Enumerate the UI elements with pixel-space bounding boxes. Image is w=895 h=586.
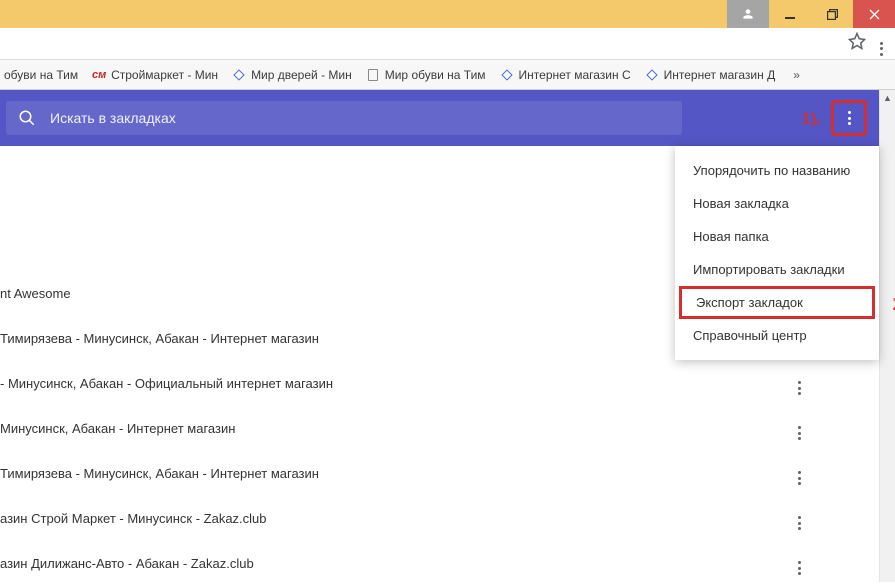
more-vertical-icon [848, 111, 851, 125]
bookmark-row[interactable]: азин Дилижанс-Авто - Абакан - Zakaz.club [0, 541, 879, 586]
bookmark-row[interactable]: - Минусинск, Абакан - Официальный интерн… [0, 361, 879, 406]
favicon-icon: cм [92, 68, 106, 82]
annotation-marker: 1). [802, 108, 822, 129]
bookmark-label: Интернет магазин Д [664, 68, 776, 82]
search-placeholder: Искать в закладках [50, 110, 176, 126]
menu-help-center[interactable]: Справочный центр [675, 319, 879, 352]
bookmark-title: Тимирязева - Минусинск, Абакан - Интерне… [0, 331, 319, 346]
favicon-icon [645, 68, 659, 82]
bookmarks-bar: обуви на Тим cм Строймаркет - Мин Мир две… [0, 60, 895, 90]
account-button[interactable] [727, 0, 769, 28]
bookmark-star-icon[interactable] [848, 32, 866, 55]
window-titlebar [0, 0, 895, 28]
menu-sort-by-name[interactable]: Упорядочить по названию [675, 154, 879, 187]
bookmark-row[interactable]: азин Строй Маркет - Минусинск - Zakaz.cl… [0, 496, 879, 541]
bookmark-bar-item[interactable]: Интернет магазин С [500, 68, 631, 82]
maximize-button[interactable] [811, 0, 853, 28]
bookmark-manager-header: Искать в закладках 1). [0, 90, 879, 146]
bookmark-label: Строймаркет - Мин [111, 68, 218, 82]
favicon-icon [500, 68, 514, 82]
bookmark-bar-item[interactable]: Мир обуви на Тим [366, 68, 486, 82]
favicon-icon [366, 68, 380, 82]
bookmark-row[interactable]: Минусинск, Абакан - Интернет магазин [0, 406, 879, 451]
bookmark-label: Мир обуви на Тим [385, 68, 486, 82]
row-actions-icon[interactable] [790, 546, 809, 581]
bookmarks-overflow-icon[interactable]: » [789, 68, 804, 82]
menu-export-bookmarks[interactable]: Экспорт закладок 2). [679, 286, 875, 319]
minimize-button[interactable] [769, 0, 811, 28]
row-actions-icon[interactable] [790, 501, 809, 536]
bookmark-label: Мир дверей - Мин [251, 68, 352, 82]
organize-menu-button[interactable] [831, 100, 867, 136]
scrollbar[interactable]: ▲ [879, 90, 895, 582]
bookmark-row[interactable]: Тимирязева - Минусинск, Абакан - Интерне… [0, 451, 879, 496]
search-icon [18, 109, 36, 127]
bookmark-title: nt Awesome [0, 286, 71, 301]
bookmark-bar-item[interactable]: cм Строймаркет - Мин [92, 68, 218, 82]
bookmark-title: Минусинск, Абакан - Интернет магазин [0, 421, 235, 436]
bookmark-label: обуви на Тим [4, 68, 78, 82]
bookmark-title: - Минусинск, Абакан - Официальный интерн… [0, 376, 333, 391]
bookmark-bar-item[interactable]: обуви на Тим [4, 68, 78, 82]
bookmark-title: азин Строй Маркет - Минусинск - Zakaz.cl… [0, 511, 267, 526]
browser-menu-icon[interactable] [876, 32, 887, 56]
search-input[interactable]: Искать в закладках [6, 101, 682, 135]
menu-label: Экспорт закладок [696, 295, 803, 310]
organize-dropdown: Упорядочить по названию Новая закладка Н… [675, 146, 879, 360]
row-actions-icon[interactable] [790, 411, 809, 446]
menu-new-bookmark[interactable]: Новая закладка [675, 187, 879, 220]
row-actions-icon[interactable] [790, 366, 809, 401]
scroll-up-icon[interactable]: ▲ [880, 90, 895, 106]
menu-new-folder[interactable]: Новая папка [675, 220, 879, 253]
favicon-icon [232, 68, 246, 82]
bookmark-label: Интернет магазин С [519, 68, 631, 82]
row-actions-icon[interactable] [790, 456, 809, 491]
close-button[interactable] [853, 0, 895, 28]
browser-toolbar [0, 28, 895, 60]
bookmark-manager: Искать в закладках 1). Упорядочить по на… [0, 90, 879, 582]
bookmark-bar-item[interactable]: Интернет магазин Д [645, 68, 776, 82]
bookmark-bar-item[interactable]: Мир дверей - Мин [232, 68, 352, 82]
menu-import-bookmarks[interactable]: Импортировать закладки [675, 253, 879, 286]
bookmark-title: Тимирязева - Минусинск, Абакан - Интерне… [0, 466, 319, 481]
bookmark-title: азин Дилижанс-Авто - Абакан - Zakaz.club [0, 556, 254, 571]
